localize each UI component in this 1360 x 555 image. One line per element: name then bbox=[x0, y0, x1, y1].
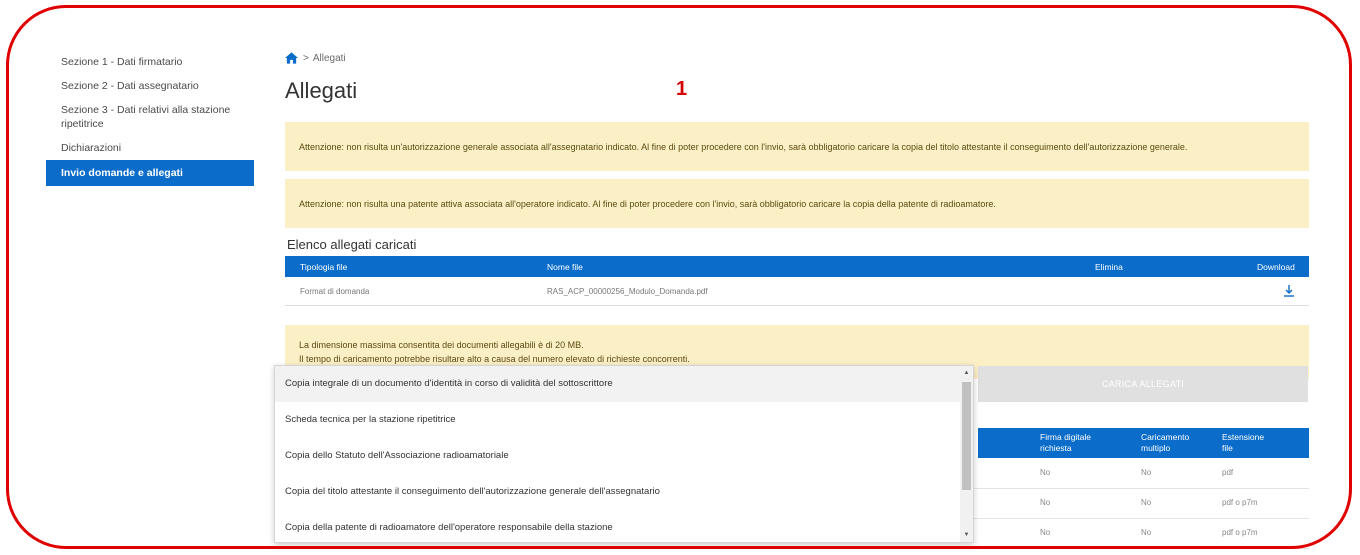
home-icon[interactable] bbox=[285, 52, 298, 64]
uploaded-files-table: Tipologia file Nome file Elimina Downloa… bbox=[285, 256, 1309, 306]
page-title: Allegati bbox=[285, 78, 358, 103]
dropdown-option[interactable]: Copia integrale di un documento d'identi… bbox=[275, 366, 973, 402]
sidebar-nav: Sezione 1 - Dati firmatario Sezione 2 - … bbox=[46, 50, 254, 186]
attachment-type-dropdown-list[interactable]: Copia integrale di un documento d'identi… bbox=[274, 365, 974, 543]
alert-patent-text: Attenzione: non risulta una patente atti… bbox=[299, 198, 996, 209]
table-header: Tipologia file Nome file Elimina Downloa… bbox=[285, 256, 1309, 277]
dropdown-option[interactable]: Scheda tecnica per la stazione ripetitri… bbox=[275, 402, 973, 438]
uploaded-list-title: Elenco allegati caricati bbox=[287, 237, 417, 252]
cell-signature: No bbox=[1040, 498, 1051, 507]
scroll-up-arrow-icon[interactable]: ▲ bbox=[960, 366, 973, 380]
cell-signature: No bbox=[1040, 528, 1051, 537]
alert-size-line2: Il tempo di caricamento potrebbe risulta… bbox=[299, 354, 690, 364]
download-icon[interactable] bbox=[1283, 284, 1295, 298]
row-filename: RAS_ACP_00000256_Modulo_Domanda.pdf bbox=[547, 286, 708, 296]
cell-extension: pdf o p7m bbox=[1222, 528, 1258, 537]
table-row: Format di domanda RAS_ACP_00000256_Modul… bbox=[285, 277, 1309, 306]
dropdown-option[interactable]: Copia dello Statuto dell'Associazione ra… bbox=[275, 438, 973, 474]
scroll-down-arrow-icon[interactable]: ▼ bbox=[960, 528, 973, 542]
breadcrumb-separator: > bbox=[303, 52, 309, 64]
breadcrumb-current: Allegati bbox=[312, 52, 346, 64]
col-signature: Firma digitale richiesta bbox=[1040, 432, 1092, 453]
cell-multiple: No bbox=[1141, 468, 1152, 477]
sidebar-item-sezione-2[interactable]: Sezione 2 - Dati assegnatario bbox=[46, 74, 254, 98]
alert-size-line1: La dimensione massima consentita dei doc… bbox=[299, 340, 584, 350]
alert-autorizzazione: Attenzione: non risulta un'autorizzazion… bbox=[285, 122, 1309, 171]
alert-auth-text: Attenzione: non risulta un'autorizzazion… bbox=[299, 141, 1188, 152]
cell-signature: No bbox=[1040, 468, 1051, 477]
upload-attachments-button[interactable]: CARICA ALLEGATI bbox=[978, 366, 1308, 402]
col-extension: Estensione file bbox=[1222, 432, 1265, 453]
sidebar-item-dichiarazioni[interactable]: Dichiarazioni bbox=[46, 136, 254, 160]
cell-extension: pdf bbox=[1222, 468, 1234, 477]
dropdown-option[interactable]: Copia della patente di radioamatore dell… bbox=[275, 510, 973, 542]
col-delete: Elimina bbox=[1095, 261, 1123, 272]
scrollbar-thumb[interactable] bbox=[962, 382, 971, 490]
col-type: Tipologia file bbox=[300, 261, 348, 272]
col-name: Nome file bbox=[547, 261, 583, 272]
dropdown-scrollbar[interactable]: ▲ ▼ bbox=[960, 366, 973, 542]
main-content: > Allegati Allegati Attenzione: non risu… bbox=[285, 50, 1309, 549]
annotation-marker: 1 bbox=[676, 78, 688, 100]
dropdown-option[interactable]: Copia del titolo attestante il conseguim… bbox=[275, 474, 973, 510]
col-multiple: Caricamento multiplo bbox=[1141, 432, 1190, 453]
breadcrumb: > Allegati bbox=[285, 50, 1309, 66]
cell-multiple: No bbox=[1141, 498, 1152, 507]
sidebar-item-invio[interactable]: Invio domande e allegati bbox=[46, 160, 254, 186]
sidebar-item-sezione-1[interactable]: Sezione 1 - Dati firmatario bbox=[46, 50, 254, 74]
cell-multiple: No bbox=[1141, 528, 1152, 537]
sidebar-item-sezione-3[interactable]: Sezione 3 - Dati relativi alla stazione … bbox=[46, 98, 254, 136]
required-table-header: Firma digitale richiesta Caricamento mul… bbox=[978, 428, 1309, 458]
col-download: Download bbox=[1257, 261, 1295, 272]
cell-extension: pdf o p7m bbox=[1222, 498, 1258, 507]
row-type: Format di domanda bbox=[300, 286, 370, 296]
alert-patente: Attenzione: non risulta una patente atti… bbox=[285, 179, 1309, 228]
